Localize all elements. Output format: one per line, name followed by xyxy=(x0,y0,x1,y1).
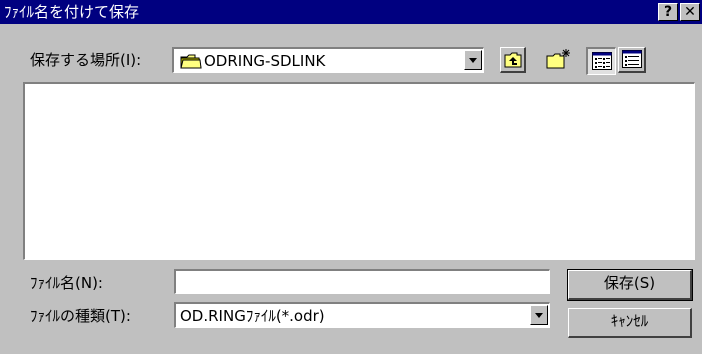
window-title: ﾌｧｲﾙ名を付けて保存 xyxy=(4,3,140,21)
filename-input[interactable] xyxy=(174,269,550,294)
list-view-button[interactable] xyxy=(586,47,616,75)
file-list[interactable] xyxy=(23,82,695,260)
location-dropdown-button[interactable] xyxy=(464,50,482,70)
new-folder-icon xyxy=(545,48,571,74)
help-button[interactable]: ? xyxy=(658,3,678,21)
location-value: ODRING-SDLINK xyxy=(204,52,326,70)
filetype-value: OD.RINGﾌｧｲﾙ(*.odr) xyxy=(180,307,325,325)
filename-label: ﾌｧｲﾙ名(N): xyxy=(30,274,103,292)
up-folder-icon xyxy=(504,51,522,72)
location-combo[interactable]: ODRING-SDLINK xyxy=(172,47,484,73)
cancel-button[interactable]: ｷｬﾝｾﾙ xyxy=(568,308,692,338)
filetype-label: ﾌｧｲﾙの種類(T): xyxy=(30,307,131,325)
filetype-combo[interactable]: OD.RINGﾌｧｲﾙ(*.odr) xyxy=(174,302,550,328)
save-as-dialog: ﾌｧｲﾙ名を付けて保存 ? ✕ 保存する場所(I): ODRING-SDLINK xyxy=(0,0,702,354)
title-bar: ﾌｧｲﾙ名を付けて保存 ? ✕ xyxy=(0,0,702,24)
list-view-icon xyxy=(592,52,612,74)
location-label: 保存する場所(I): xyxy=(30,51,142,69)
details-view-icon xyxy=(622,50,642,72)
close-button[interactable]: ✕ xyxy=(680,3,700,21)
save-button[interactable]: 保存(S) xyxy=(567,269,693,301)
create-new-folder-button[interactable] xyxy=(543,47,571,73)
folder-icon xyxy=(180,53,202,73)
filetype-dropdown-button[interactable] xyxy=(530,305,548,325)
up-one-level-button[interactable] xyxy=(500,47,526,73)
details-view-button[interactable] xyxy=(618,47,646,73)
